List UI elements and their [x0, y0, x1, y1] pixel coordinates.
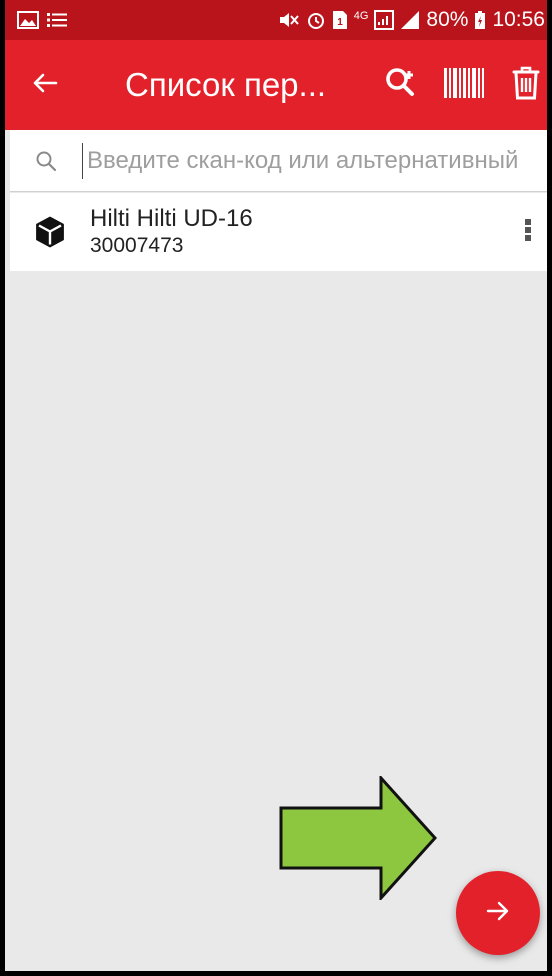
- alarm-icon: [306, 10, 326, 30]
- next-fab-button[interactable]: [456, 871, 540, 955]
- more-options-button[interactable]: [504, 193, 547, 271]
- box-icon: [10, 216, 90, 248]
- page-title: Список пер...: [125, 66, 327, 103]
- clock: 10:56: [492, 8, 545, 31]
- app-bar: Список пер...: [5, 40, 547, 130]
- sim-icon: 1: [332, 10, 348, 30]
- screen: 1 4G 80% 10:56 Список пер... Введите ска…: [0, 0, 552, 976]
- signal-4g-icon: [374, 10, 395, 30]
- battery-percent: 80%: [426, 8, 469, 31]
- search-bar: [10, 130, 547, 192]
- search-input[interactable]: [82, 142, 547, 179]
- barcode-button[interactable]: [433, 40, 495, 130]
- network-type: 4G: [353, 10, 369, 22]
- search-add-button[interactable]: [371, 40, 433, 130]
- arrow-left-icon: [32, 72, 58, 98]
- trash-icon: [512, 66, 540, 104]
- mute-icon: [278, 10, 300, 30]
- list-item[interactable]: Hilti Hilti UD-16 30007473: [10, 193, 547, 271]
- search-icon: [10, 150, 82, 172]
- signal-icon: [400, 10, 420, 30]
- delete-button[interactable]: [495, 40, 547, 130]
- arrow-right-icon: [486, 900, 510, 926]
- search-add-icon: [384, 66, 420, 104]
- battery-charging-icon: [474, 10, 486, 30]
- back-button[interactable]: [5, 40, 85, 130]
- more-vert-icon: [524, 217, 532, 247]
- item-name: Hilti Hilti UD-16: [90, 205, 253, 232]
- green-arrow-icon: [279, 774, 438, 904]
- barcode-icon: [444, 68, 484, 102]
- gallery-icon: [17, 11, 39, 29]
- status-bar: 1 4G 80% 10:56: [5, 0, 547, 40]
- item-code: 30007473: [90, 234, 184, 257]
- list-notification-icon: [47, 12, 67, 28]
- svg-text:1: 1: [337, 17, 343, 28]
